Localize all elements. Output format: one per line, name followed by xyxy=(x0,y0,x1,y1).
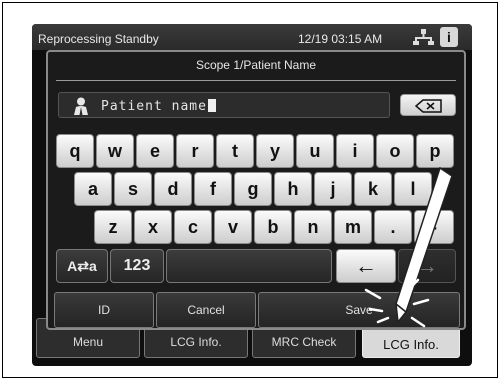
patient-name-input[interactable]: Patient name xyxy=(58,92,390,118)
key-z[interactable]: z xyxy=(94,210,132,244)
numbers-key[interactable]: 123 xyxy=(110,249,164,283)
key-hyphen[interactable]: - xyxy=(414,210,454,244)
menu-label: Menu xyxy=(72,335,104,349)
save-button[interactable]: Save xyxy=(258,292,460,328)
key-p[interactable]: p xyxy=(416,134,454,168)
key-h[interactable]: h xyxy=(274,172,312,206)
key-e[interactable]: e xyxy=(136,134,174,168)
key-j[interactable]: j xyxy=(314,172,352,206)
status-datetime: 12/19 03:15 AM xyxy=(298,32,383,46)
id-button[interactable]: ID xyxy=(54,292,154,328)
key-v[interactable]: v xyxy=(214,210,252,244)
key-k[interactable]: k xyxy=(354,172,392,206)
key-period[interactable]: . xyxy=(374,210,412,244)
key-d[interactable]: d xyxy=(154,172,192,206)
key-u[interactable]: u xyxy=(296,134,334,168)
dialog-title: Scope 1/Patient Name xyxy=(195,58,317,72)
lcg-info-label: LCG Info. xyxy=(383,337,439,352)
input-value: Patient name xyxy=(101,99,216,114)
lcg-info-label-bg: LCG Info. xyxy=(170,335,222,349)
device-screen: Reprocessing Standby 12/19 03:15 AM i Me… xyxy=(32,24,472,366)
key-i[interactable]: i xyxy=(336,134,374,168)
right-arrow-key[interactable]: → xyxy=(398,249,456,283)
key-s[interactable]: s xyxy=(114,172,152,206)
status-bar: Reprocessing Standby 12/19 03:15 AM i xyxy=(32,24,472,50)
backspace-button[interactable] xyxy=(400,94,456,116)
space-key[interactable] xyxy=(166,249,332,283)
case-toggle-key[interactable]: A⇄a xyxy=(56,249,108,283)
key-o[interactable]: o xyxy=(376,134,414,168)
key-q[interactable]: q xyxy=(56,134,94,168)
key-c[interactable]: c xyxy=(174,210,212,244)
key-r[interactable]: r xyxy=(176,134,214,168)
key-l[interactable]: l xyxy=(394,172,432,206)
key-w[interactable]: w xyxy=(96,134,134,168)
divider xyxy=(56,80,456,81)
key-g[interactable]: g xyxy=(234,172,272,206)
key-a[interactable]: a xyxy=(74,172,112,206)
key-m[interactable]: m xyxy=(334,210,372,244)
key-n[interactable]: n xyxy=(294,210,332,244)
patient-name-dialog: Scope 1/Patient Name Patient name q w e … xyxy=(46,50,466,330)
status-title: Reprocessing Standby xyxy=(38,32,159,46)
text-caret xyxy=(207,99,216,112)
key-f[interactable]: f xyxy=(194,172,232,206)
cancel-button[interactable]: Cancel xyxy=(156,292,256,328)
key-t[interactable]: t xyxy=(216,134,254,168)
key-y[interactable]: y xyxy=(256,134,294,168)
info-icon[interactable]: i xyxy=(440,27,458,47)
left-arrow-key[interactable]: ← xyxy=(336,249,396,283)
key-x[interactable]: x xyxy=(134,210,172,244)
backspace-icon xyxy=(415,99,442,113)
person-icon xyxy=(74,97,88,115)
key-b[interactable]: b xyxy=(254,210,292,244)
mrc-check-label: MRC Check xyxy=(271,335,337,349)
network-icon xyxy=(413,29,434,45)
